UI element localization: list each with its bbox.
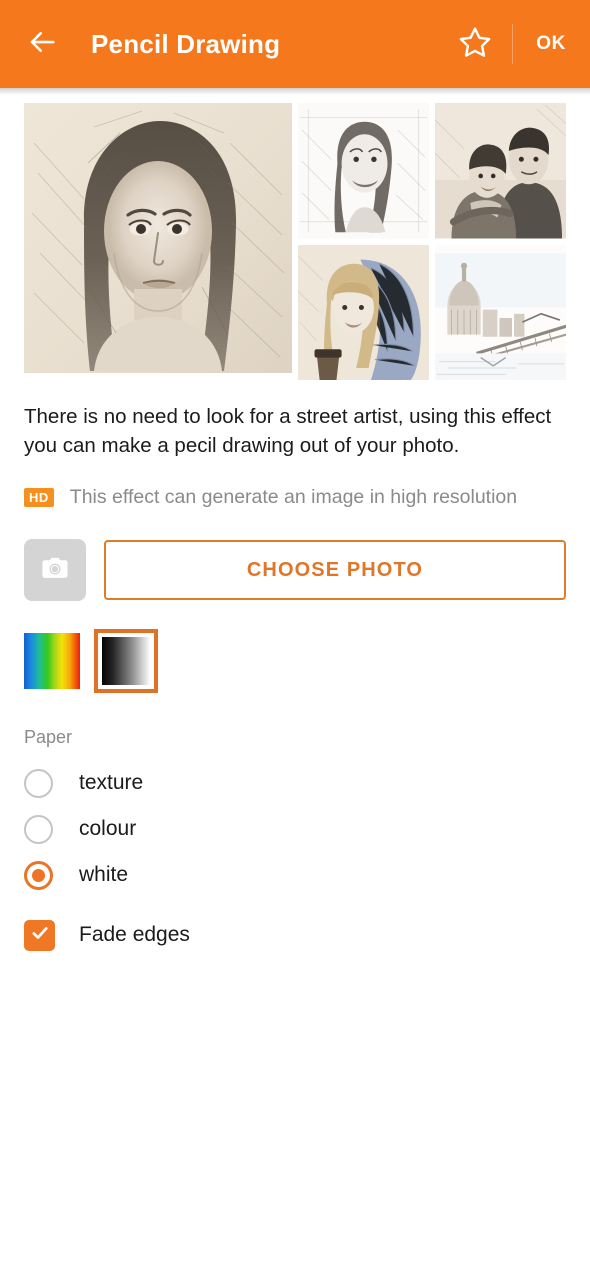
grayscale-gradient-swatch[interactable] [94,629,158,694]
paper-option-label-colour: colour [79,817,137,841]
camera-button[interactable] [24,539,86,602]
radio-white[interactable] [24,860,53,890]
fade-edges-label: Fade edges [79,923,190,947]
paper-option-colour[interactable]: colour [24,806,566,852]
hd-notice-text: This effect can generate an image in hig… [69,486,518,509]
thumbnail-sample-2[interactable] [435,103,566,239]
ok-button[interactable]: OK [530,23,572,65]
fade-edges-checkbox[interactable] [24,919,55,951]
colour-gradient-preview [24,633,80,690]
back-button[interactable] [20,22,64,66]
camera-icon [39,552,71,589]
app-header: Pencil Drawing OK [0,0,590,95]
paper-section-label: Paper [24,727,73,748]
fade-edges-row[interactable]: Fade edges [24,912,566,958]
effect-description: There is no need to look for a street ar… [24,405,552,458]
star-outline-icon [458,25,492,64]
color-mode-swatches [24,629,566,694]
choose-photo-button[interactable]: CHOOSE PHOTO [104,540,566,601]
page-title: Pencil Drawing [91,28,281,59]
hd-notice: HD This effect can generate an image in … [24,486,566,509]
paper-option-texture[interactable]: texture [24,760,566,806]
paper-option-label-white: white [79,863,129,887]
paper-option-label-texture: texture [79,771,144,795]
radio-texture[interactable] [24,768,53,798]
thumbnail-sample-4[interactable] [435,244,566,380]
favorite-button[interactable] [452,21,498,67]
thumbnail-grid [298,103,566,380]
hd-badge: HD [24,488,54,508]
sample-gallery [0,88,590,380]
photo-actions: CHOOSE PHOTO [24,539,566,602]
radio-colour[interactable] [24,814,53,844]
thumbnail-sample-1[interactable] [298,103,429,239]
header-divider [512,24,514,64]
hero-sample-image[interactable] [24,103,292,373]
paper-option-white[interactable]: white [24,852,566,898]
colour-gradient-swatch[interactable] [24,633,80,690]
grayscale-gradient-preview [102,637,150,686]
thumbnail-sample-3[interactable] [298,244,429,380]
arrow-left-icon [27,27,57,62]
check-icon [30,923,50,948]
